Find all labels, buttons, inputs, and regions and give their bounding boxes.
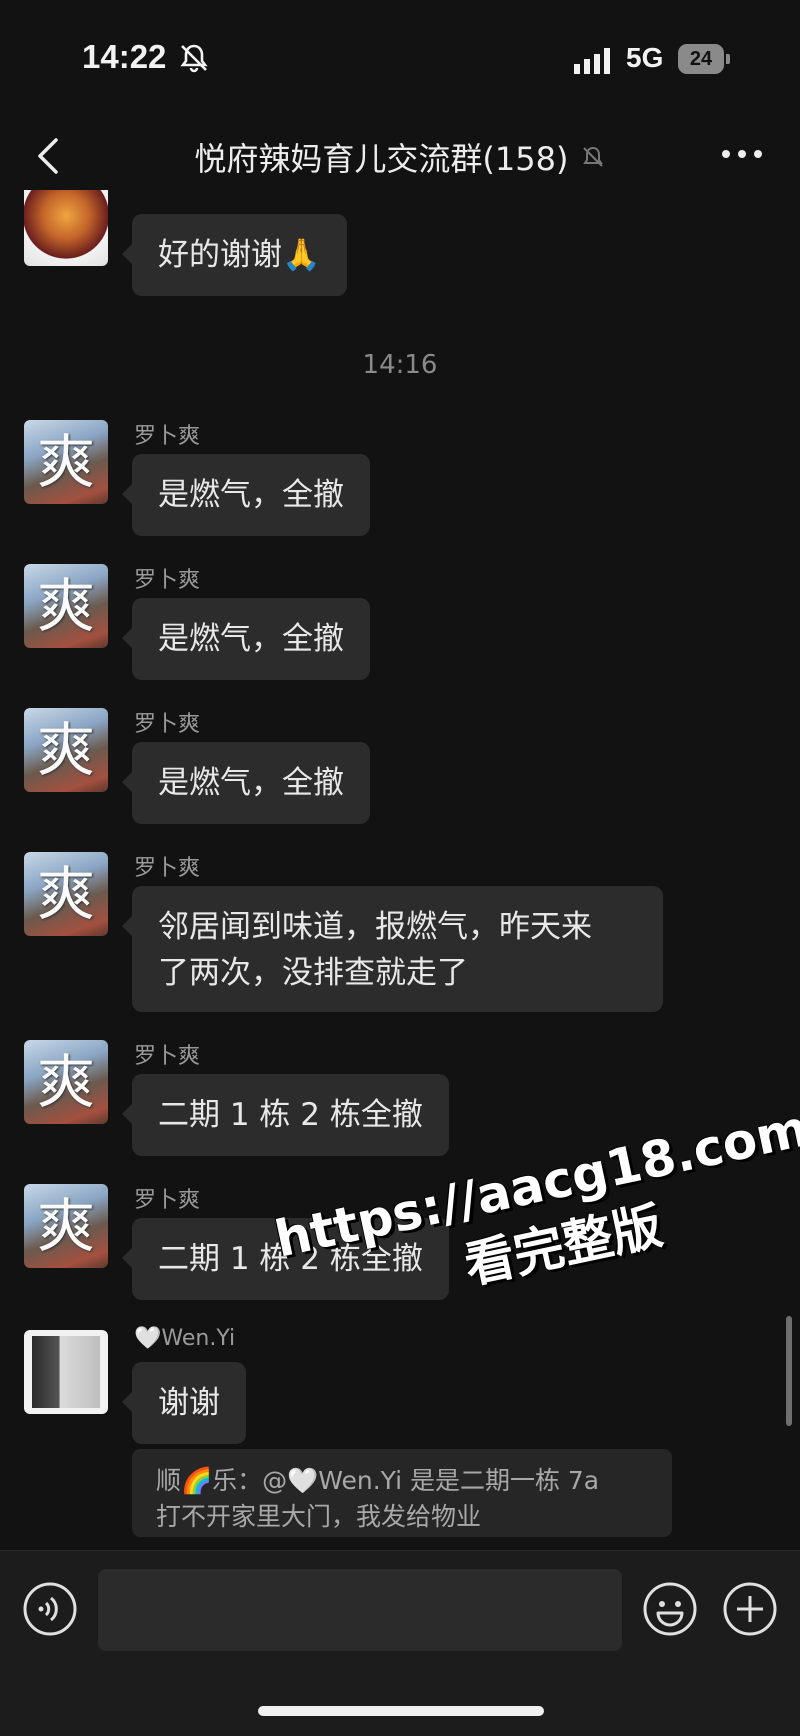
sender-name: 罗卜爽 — [134, 1188, 201, 1213]
battery-icon: 24 — [678, 44, 730, 74]
timestamp: 14:16 — [362, 350, 438, 380]
sender-name: 罗卜爽 — [134, 424, 201, 449]
plus-icon[interactable] — [722, 1581, 778, 1637]
message-bubble[interactable]: 是燃气，全撤 — [122, 454, 370, 536]
sender-name: 罗卜爽 — [134, 712, 201, 737]
message-text: 二期 1 栋 2 栋全撤 — [158, 1097, 423, 1133]
avatar[interactable]: 爽 — [24, 1040, 108, 1124]
message-text-line: 了两次，没排查就走了 — [158, 955, 468, 991]
battery-level: 24 — [689, 48, 713, 70]
message-bubble[interactable]: 邻居闻到味道，报燃气，昨天来 了两次，没排查就走了 — [122, 886, 663, 1012]
sender-name: 罗卜爽 — [134, 1044, 201, 1069]
quote-line: 顺🌈乐：@🤍Wen.Yi 是是二期一栋 7a — [156, 1466, 600, 1495]
group-title: 悦府辣妈育儿交流群(158) — [194, 140, 569, 178]
message-bubble[interactable]: 谢谢 — [122, 1362, 246, 1444]
chat-title: 悦府辣妈育儿交流群(158) — [0, 134, 800, 178]
input-bar — [0, 1550, 800, 1671]
avatar[interactable]: 爽 — [24, 1184, 108, 1268]
message-text: 是燃气，全撤 — [158, 621, 344, 657]
message-bubble[interactable]: 二期 1 栋 2 栋全撤 — [122, 1074, 449, 1156]
voice-icon[interactable] — [22, 1581, 78, 1637]
status-time: 14:22 — [82, 38, 167, 75]
network-label: 5G — [626, 42, 664, 73]
status-bar: 14:22 5G 24 — [0, 0, 800, 110]
sender-name: 罗卜爽 — [134, 568, 201, 593]
signal-icon — [574, 48, 610, 74]
avatar[interactable] — [24, 190, 108, 266]
sender-name: 罗卜爽 — [134, 856, 201, 881]
message-text: 好的谢谢🙏 — [158, 237, 321, 273]
emoji-icon[interactable] — [642, 1581, 698, 1637]
avatar[interactable]: 爽 — [24, 708, 108, 792]
avatar[interactable]: 爽 — [24, 420, 108, 504]
home-indicator[interactable] — [258, 1706, 544, 1716]
message-bubble[interactable]: 二期 1 栋 2 栋全撤 — [122, 1218, 449, 1300]
message-text: 二期 1 栋 2 栋全撤 — [158, 1241, 423, 1277]
bottom-area — [0, 1670, 800, 1736]
message-text: 是燃气，全撤 — [158, 477, 344, 513]
sender-name: 🤍Wen.Yi — [134, 1326, 236, 1351]
message-input[interactable] — [98, 1569, 622, 1651]
avatar[interactable] — [24, 1330, 108, 1414]
message-bubble[interactable]: 是燃气，全撤 — [122, 598, 370, 680]
more-icon[interactable] — [720, 146, 764, 162]
quoted-message[interactable]: 顺🌈乐：@🤍Wen.Yi 是是二期一栋 7a 打不开家里大门，我发给物业 — [132, 1449, 672, 1537]
message-bubble[interactable]: 是燃气，全撤 — [122, 742, 370, 824]
bell-off-icon — [180, 44, 208, 73]
chat-header: 悦府辣妈育儿交流群(158) — [0, 110, 800, 202]
scrollbar[interactable] — [786, 1316, 792, 1426]
avatar[interactable]: 爽 — [24, 564, 108, 648]
message-text-line: 邻居闻到味道，报燃气，昨天来 — [158, 909, 592, 945]
chat-messages[interactable]: 好的谢谢🙏 14:16 爽 罗卜爽 是燃气，全撤 爽 罗卜爽 是燃气，全撤 爽 … — [0, 190, 800, 1550]
quote-line: 打不开家里大门，我发给物业 — [156, 1502, 482, 1531]
avatar[interactable]: 爽 — [24, 852, 108, 936]
message-bubble[interactable]: 好的谢谢🙏 — [122, 214, 347, 296]
muted-icon — [582, 146, 603, 167]
message-text: 谢谢 — [158, 1385, 220, 1421]
message-text: 是燃气，全撤 — [158, 765, 344, 801]
